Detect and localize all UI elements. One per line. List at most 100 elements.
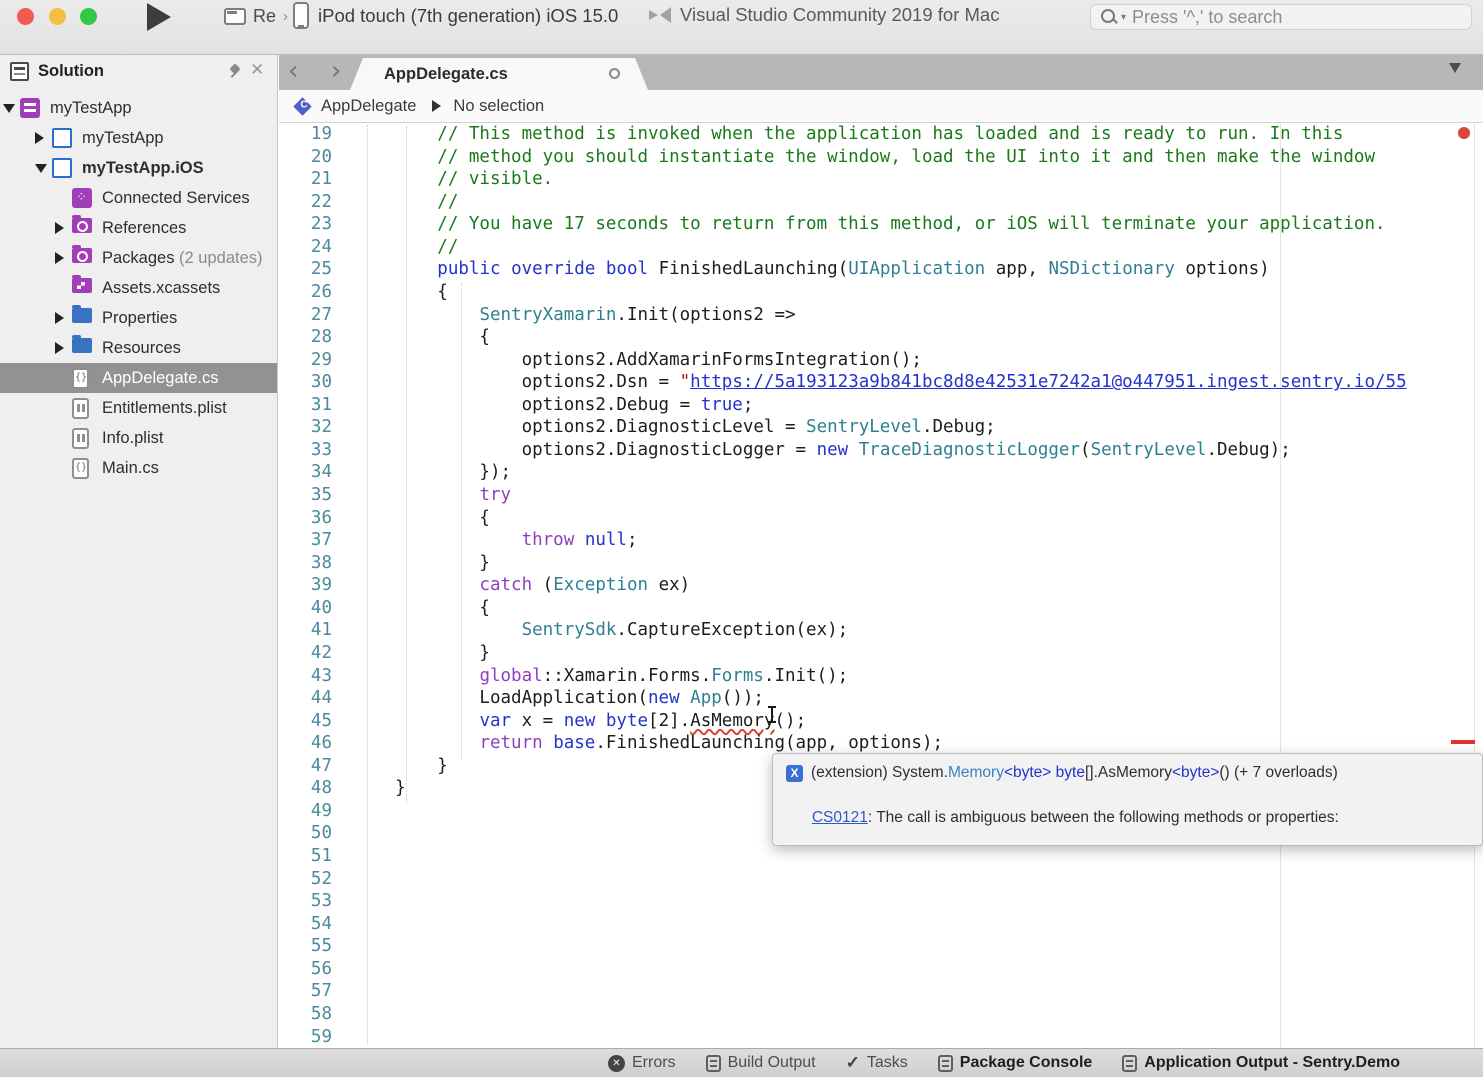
line-number: 46	[279, 732, 353, 755]
dsn-url-link[interactable]: https://5a193123a9b841bc8d8e42531e7242a1…	[690, 372, 1406, 392]
code-line[interactable]: 57	[279, 980, 1483, 1003]
tab-label: AppDelegate.cs	[384, 65, 508, 84]
sidebar-item-label: Connected Services	[102, 189, 250, 208]
sidebar-item-label: myTestApp	[50, 99, 132, 118]
tooltip-signature: X (extension) System.Memory<byte> byte[]…	[786, 764, 1482, 782]
code-line[interactable]: 19 // This method is invoked when the ap…	[279, 123, 1483, 146]
line-number: 52	[279, 868, 353, 891]
pin-icon[interactable]	[228, 63, 244, 79]
sidebar-item-mytestapp-ios[interactable]: myTestApp.iOS	[0, 153, 277, 183]
code-line[interactable]: 46 return base.FinishedLaunching(app, op…	[279, 732, 1483, 755]
code-line[interactable]: 51	[279, 845, 1483, 868]
code-line[interactable]: 31 options2.Debug = true;	[279, 394, 1483, 417]
tab-appdelegate[interactable]: AppDelegate.cs	[350, 58, 648, 90]
tab-list-dropdown-icon[interactable]	[1449, 63, 1461, 73]
line-number: 51	[279, 845, 353, 868]
code-line[interactable]: 29 options2.AddXamarinFormsIntegration()…	[279, 349, 1483, 372]
minimize-window-button[interactable]	[49, 8, 66, 25]
code-line[interactable]: 26 {	[279, 281, 1483, 304]
statusbar-package-console[interactable]: Package Console	[938, 1054, 1093, 1072]
navigate-forward-button[interactable]: ›	[331, 56, 341, 86]
sidebar-item-packages[interactable]: Packages (2 updates)	[0, 243, 277, 273]
line-number: 47	[279, 755, 353, 778]
chevron-right-icon[interactable]	[55, 312, 64, 324]
line-number: 56	[279, 958, 353, 981]
sidebar-item-label: Entitlements.plist	[102, 399, 227, 418]
code-line[interactable]: 54	[279, 913, 1483, 936]
code-line[interactable]: 44 LoadApplication(new App());	[279, 687, 1483, 710]
code-line[interactable]: 39 catch (Exception ex)	[279, 574, 1483, 597]
chevron-right-icon[interactable]	[35, 132, 44, 144]
code-line[interactable]: 56	[279, 958, 1483, 981]
code-line[interactable]: 23 // You have 17 seconds to return from…	[279, 213, 1483, 236]
code-line[interactable]: 59	[279, 1026, 1483, 1049]
code-line[interactable]: 25 public override bool FinishedLaunchin…	[279, 258, 1483, 281]
code-line[interactable]: 34 });	[279, 461, 1483, 484]
build-configuration-selector[interactable]: Re ›	[224, 6, 288, 27]
code-line[interactable]: 21 // visible.	[279, 168, 1483, 191]
close-icon[interactable]: ✕	[250, 60, 264, 80]
chevron-down-icon[interactable]	[35, 164, 47, 173]
code-editor[interactable]: 19 // This method is invoked when the ap…	[279, 123, 1483, 1048]
code-line[interactable]: 58	[279, 1003, 1483, 1026]
code-line[interactable]: 52	[279, 868, 1483, 891]
statusbar-errors[interactable]: ✕Errors	[608, 1054, 676, 1072]
code-line[interactable]: 53	[279, 890, 1483, 913]
statusbar-build-output[interactable]: Build Output	[706, 1054, 816, 1072]
code-line[interactable]: 35 try	[279, 484, 1483, 507]
code-line[interactable]: 32 options2.DiagnosticLevel = SentryLeve…	[279, 416, 1483, 439]
code-line[interactable]: 55	[279, 935, 1483, 958]
code-line[interactable]: 38 }	[279, 552, 1483, 575]
code-line[interactable]: 40 {	[279, 597, 1483, 620]
sidebar-item-entitlements-plist[interactable]: Entitlements.plist	[0, 393, 277, 423]
code-line[interactable]: 28 {	[279, 326, 1483, 349]
search-input[interactable]: ▾ Press '^,' to search	[1090, 4, 1472, 30]
sidebar-item-label: myTestApp	[82, 129, 164, 148]
statusbar-label: Package Console	[960, 1054, 1093, 1072]
sidebar-item-resources[interactable]: Resources	[0, 333, 277, 363]
chevron-down-icon[interactable]	[3, 104, 15, 113]
breadcrumb-selection[interactable]: No selection	[453, 97, 544, 116]
sidebar-item-assets-xcassets[interactable]: Assets.xcassets	[0, 273, 277, 303]
code-line[interactable]: 33 options2.DiagnosticLogger = new Trace…	[279, 439, 1483, 462]
sidebar-item-main-cs[interactable]: Main.cs	[0, 453, 277, 483]
chevron-right-icon[interactable]	[55, 342, 64, 354]
line-number: 31	[279, 394, 353, 417]
error-code-link[interactable]: CS0121	[812, 809, 868, 826]
close-window-button[interactable]	[17, 8, 34, 25]
code-line[interactable]: 41 SentrySdk.CaptureException(ex);	[279, 619, 1483, 642]
code-line[interactable]: 43 global::Xamarin.Forms.Forms.Init();	[279, 665, 1483, 688]
code-line[interactable]: 20 // method you should instantiate the …	[279, 146, 1483, 169]
code-line[interactable]: 45 var x = new byte[2].AsMemory();	[279, 710, 1483, 733]
code-line[interactable]: 42 }	[279, 642, 1483, 665]
code-line[interactable]: 22 //	[279, 191, 1483, 214]
zoom-window-button[interactable]	[80, 8, 97, 25]
breadcrumb-class[interactable]: AppDelegate	[321, 97, 416, 116]
code-line[interactable]: 30 options2.Dsn = "https://5a193123a9b84…	[279, 371, 1483, 394]
statusbar-application-output-sentry-demo[interactable]: Application Output - Sentry.Demo	[1122, 1054, 1400, 1072]
line-number: 44	[279, 687, 353, 710]
code-line[interactable]: 27 SentryXamarin.Init(options2 =>	[279, 304, 1483, 327]
code-line[interactable]: 37 throw null;	[279, 529, 1483, 552]
scrollbar-error-marker	[1451, 740, 1475, 744]
sidebar-item-info-plist[interactable]: Info.plist	[0, 423, 277, 453]
sidebar-item-properties[interactable]: Properties	[0, 303, 277, 333]
chevron-right-icon[interactable]	[55, 222, 64, 234]
run-button[interactable]	[147, 3, 171, 31]
sidebar-item-connected-services[interactable]: Connected Services	[0, 183, 277, 213]
error-tooltip: X (extension) System.Memory<byte> byte[]…	[772, 753, 1483, 846]
code-line[interactable]: 36 {	[279, 507, 1483, 530]
sidebar-item-mytestapp[interactable]: myTestApp	[0, 123, 277, 153]
device-selector[interactable]: iPod touch (7th generation) iOS 15.0	[293, 2, 618, 29]
line-number: 23	[279, 213, 353, 236]
line-number: 27	[279, 304, 353, 327]
sidebar-item-appdelegate-cs[interactable]: AppDelegate.cs	[0, 363, 277, 393]
code-line[interactable]: 24 //	[279, 236, 1483, 259]
code-lines: 19 // This method is invoked when the ap…	[279, 123, 1483, 1048]
sidebar-item-mytestapp[interactable]: myTestApp	[0, 93, 277, 123]
navigate-back-button[interactable]: ‹	[288, 56, 298, 86]
document-icon	[706, 1055, 721, 1072]
sidebar-item-references[interactable]: References	[0, 213, 277, 243]
statusbar-tasks[interactable]: ✓Tasks	[846, 1053, 908, 1073]
chevron-right-icon[interactable]	[55, 252, 64, 264]
